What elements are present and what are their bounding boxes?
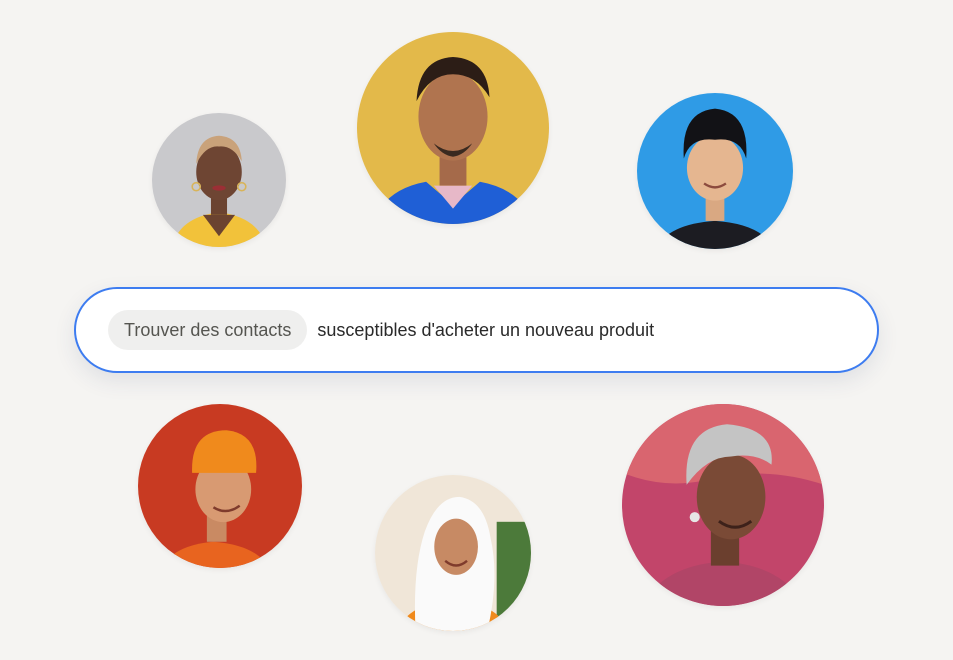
contact-avatar-3 <box>637 93 793 249</box>
search-prefix-chip[interactable]: Trouver des contacts <box>108 310 308 350</box>
contact-avatar-2 <box>357 32 549 224</box>
contact-avatar-6 <box>622 404 824 606</box>
person-portrait-icon <box>637 93 793 249</box>
contact-avatar-1 <box>152 113 286 247</box>
person-portrait-icon <box>375 475 531 631</box>
person-portrait-icon <box>152 113 286 247</box>
person-portrait-icon <box>357 32 549 224</box>
contact-avatar-4 <box>138 404 302 568</box>
search-query-text[interactable]: susceptibles d'acheter un nouveau produi… <box>317 320 654 341</box>
contact-avatar-5 <box>375 475 531 631</box>
person-portrait-icon <box>622 404 824 606</box>
contacts-search-bar[interactable]: Trouver des contacts susceptibles d'ache… <box>74 287 879 373</box>
contacts-search-illustration: Trouver des contacts susceptibles d'ache… <box>0 0 953 660</box>
person-portrait-icon <box>138 404 302 568</box>
